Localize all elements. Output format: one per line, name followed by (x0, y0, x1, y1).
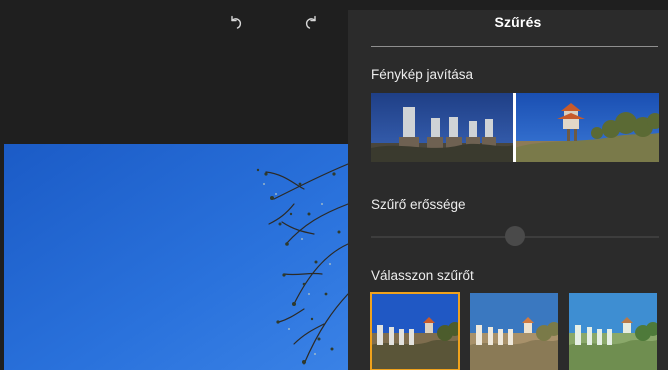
filter-gallery (370, 292, 668, 370)
filter-tile-warm[interactable] (470, 293, 558, 370)
undo-icon (231, 15, 242, 29)
redo-button[interactable] (300, 10, 324, 34)
filter-original-thumbnail (371, 293, 459, 370)
filter-panel: Szűrés Fénykép javítása Szűrő erőssége V… (348, 10, 668, 370)
title-divider (371, 46, 658, 47)
redo-icon (305, 15, 316, 29)
filter-strength-slider-thumb[interactable] (505, 226, 525, 246)
filter-strength-label: Szűrő erőssége (371, 197, 466, 212)
editing-canvas (4, 10, 348, 370)
panel-title: Szűrés (348, 14, 668, 30)
choose-filter-label: Válasszon szűrőt (371, 268, 474, 283)
filter-green-thumbnail (569, 293, 657, 370)
photo-preview[interactable] (4, 144, 348, 370)
before-after-divider (513, 93, 516, 162)
enhance-photo-label: Fénykép javítása (371, 67, 474, 82)
filter-tile-green[interactable] (569, 293, 657, 370)
undo-button[interactable] (223, 10, 247, 34)
panel-title-text: Szűrés (494, 14, 542, 30)
tree-branches-image (4, 144, 348, 370)
photo-editor-window: Szűrés Fénykép javítása Szűrő erőssége V… (0, 0, 668, 370)
filter-warm-thumbnail (470, 293, 558, 370)
filter-tile-original[interactable] (370, 292, 460, 370)
enhance-photo-toggle[interactable] (371, 93, 659, 162)
